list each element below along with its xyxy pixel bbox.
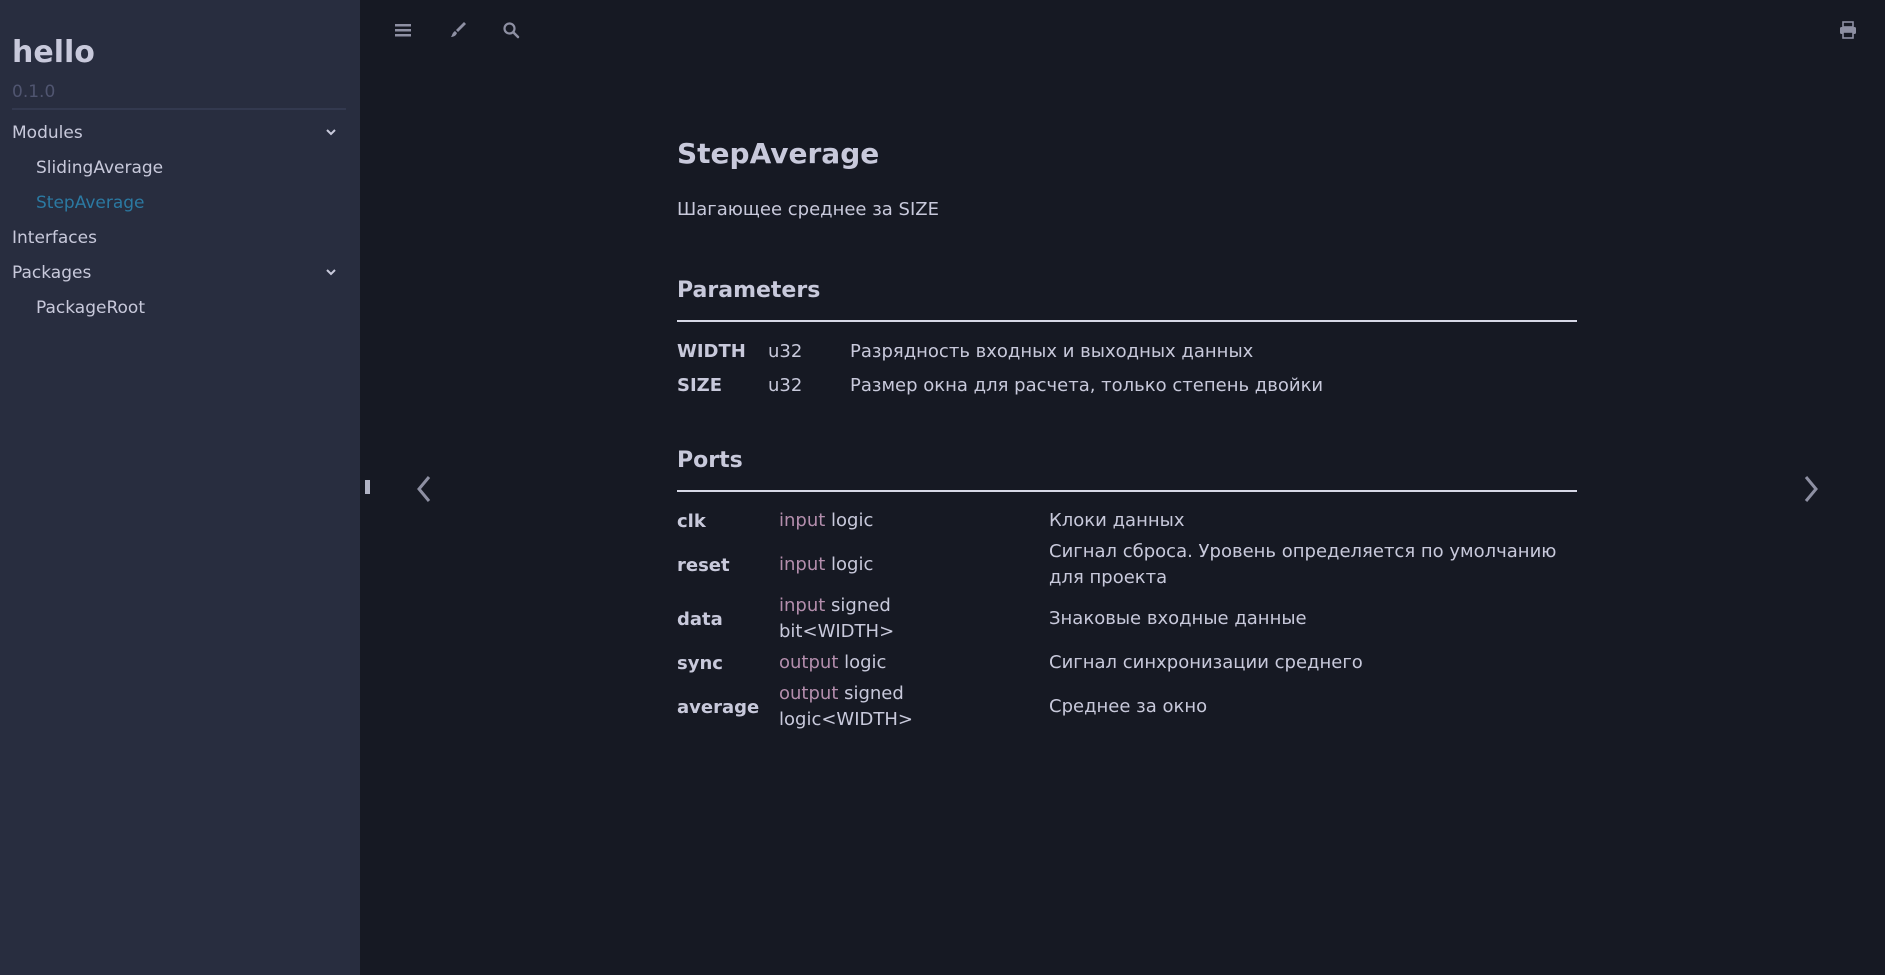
parameters-heading: Parameters — [677, 278, 1577, 322]
port-datatype: logic — [838, 652, 887, 673]
port-desc: Сигнал синхронизации среднего — [1049, 652, 1363, 673]
page-title: StepAverage — [677, 137, 880, 170]
sidebar-item-modules[interactable]: Modules — [12, 116, 346, 151]
menu-icon[interactable] — [393, 20, 413, 40]
port-row: sync output logic Сигнал синхронизации с… — [677, 646, 1577, 680]
port-direction: output — [779, 652, 839, 673]
sidebar: hello 0.1.0 Modules SlidingAverage StepA… — [0, 0, 360, 975]
menu-bar — [360, 0, 1885, 60]
sidebar-item-label: Modules — [12, 123, 83, 143]
print-icon[interactable] — [1838, 20, 1858, 40]
sidebar-resize-handle[interactable] — [365, 480, 370, 494]
port-desc: Клоки данных — [1049, 510, 1185, 531]
sidebar-item-packageroot[interactable]: PackageRoot — [12, 291, 370, 326]
sidebar-item-label: Interfaces — [12, 228, 97, 248]
chevron-down-icon[interactable] — [326, 267, 336, 277]
book-title: hello — [12, 35, 95, 70]
sidebar-item-label: Packages — [12, 263, 92, 283]
parameter-desc: Размер окна для расчета, только степень … — [850, 374, 1324, 396]
port-row: clk input logic Клоки данных — [677, 504, 1577, 538]
port-direction: output — [779, 683, 839, 704]
port-desc: Знаковые входные данные — [1049, 608, 1307, 629]
parameter-type: u32 — [768, 340, 803, 362]
port-type: input logic — [779, 552, 1049, 578]
parameter-row: WIDTH u32 Разрядность входных и выходных… — [677, 334, 1577, 368]
port-desc: Среднее за окно — [1049, 696, 1208, 717]
port-direction: input — [779, 595, 826, 616]
paintbrush-icon[interactable] — [448, 20, 468, 40]
ports-heading: Ports — [677, 448, 1577, 492]
port-name: clk — [677, 510, 706, 532]
port-direction: input — [779, 554, 826, 575]
port-datatype: logic — [825, 554, 874, 575]
port-row: data input signed bit<WIDTH> Знаковые вх… — [677, 592, 1577, 646]
sidebar-item-stepaverage[interactable]: StepAverage — [12, 186, 370, 221]
parameter-row: SIZE u32 Размер окна для расчета, только… — [677, 368, 1577, 402]
sidebar-item-interfaces[interactable]: Interfaces — [12, 221, 346, 256]
port-name: sync — [677, 652, 723, 674]
version-label: 0.1.0 — [12, 82, 346, 110]
parameter-type: u32 — [768, 374, 803, 396]
page-description: Шагающее среднее за SIZE — [677, 199, 939, 220]
parameters-table: WIDTH u32 Разрядность входных и выходных… — [677, 334, 1577, 402]
port-row: reset input logic Сигнал сброса. Уровень… — [677, 538, 1577, 592]
next-chapter-icon[interactable] — [1801, 472, 1821, 506]
port-name: average — [677, 696, 760, 718]
port-desc: Сигнал сброса. Уровень определяется по у… — [1049, 541, 1557, 588]
port-type: output logic — [779, 650, 1049, 676]
port-type: input signed bit<WIDTH> — [779, 593, 914, 645]
parameter-name: WIDTH — [677, 340, 746, 362]
chevron-down-icon[interactable] — [326, 127, 336, 137]
port-name: data — [677, 608, 723, 630]
parameter-name: SIZE — [677, 374, 723, 396]
main-content: StepAverage Шагающее среднее за SIZE Par… — [677, 130, 1577, 734]
port-datatype: logic — [825, 510, 874, 531]
port-type: input logic — [779, 508, 1049, 534]
parameter-desc: Разрядность входных и выходных данных — [850, 340, 1254, 362]
previous-chapter-icon[interactable] — [414, 472, 434, 506]
search-icon[interactable] — [501, 20, 521, 40]
port-direction: input — [779, 510, 826, 531]
port-name: reset — [677, 554, 730, 576]
sidebar-item-packages[interactable]: Packages — [12, 256, 346, 291]
port-row: average output signed logic<WIDTH> Средн… — [677, 680, 1577, 734]
sidebar-item-label: StepAverage — [36, 193, 145, 213]
sidebar-nav: Modules SlidingAverage StepAverage Inter… — [12, 116, 348, 326]
sidebar-item-label: PackageRoot — [36, 298, 145, 318]
ports-table: clk input logic Клоки данных reset input… — [677, 504, 1577, 734]
sidebar-item-slidingaverage[interactable]: SlidingAverage — [12, 151, 370, 186]
sidebar-item-label: SlidingAverage — [36, 158, 164, 178]
port-type: output signed logic<WIDTH> — [779, 681, 914, 733]
